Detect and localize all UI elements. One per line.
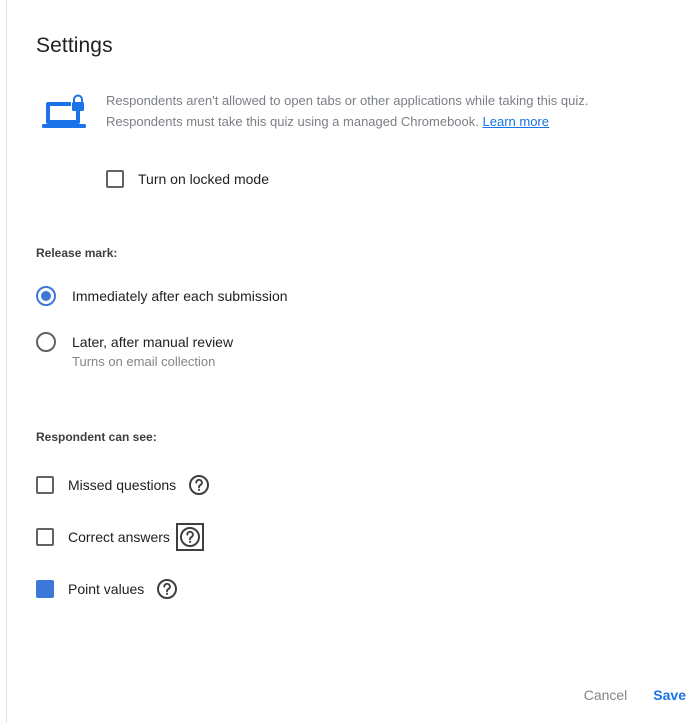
- release-later-text: Later, after manual review Turns on emai…: [72, 332, 233, 372]
- release-later-sublabel: Turns on email collection: [72, 354, 216, 369]
- release-immediately-text: Immediately after each submission: [72, 286, 288, 306]
- correct-answers-help-icon[interactable]: [175, 523, 204, 551]
- release-later-radio[interactable]: [36, 332, 56, 352]
- locked-mode-description: Respondents aren't allowed to open tabs …: [106, 90, 646, 132]
- help-icon: [189, 475, 210, 495]
- release-immediately-label: Immediately after each submission: [72, 288, 288, 304]
- chromebook-lock-icon: [42, 94, 86, 128]
- cancel-button[interactable]: Cancel: [578, 683, 634, 707]
- release-mark-heading: Release mark:: [36, 246, 118, 260]
- point-values-option[interactable]: Point values: [36, 578, 178, 600]
- correct-answers-checkbox[interactable]: [36, 528, 54, 546]
- dialog-title: Settings: [36, 34, 113, 57]
- release-immediately-option[interactable]: Immediately after each submission: [36, 286, 288, 306]
- release-later-label: Later, after manual review: [72, 334, 234, 350]
- point-values-checkbox[interactable]: [36, 580, 54, 598]
- locked-mode-label: Turn on locked mode: [138, 171, 269, 187]
- correct-answers-label: Correct answers: [68, 529, 170, 545]
- help-icon: [179, 527, 200, 547]
- locked-mode-checkbox[interactable]: [106, 170, 124, 188]
- settings-dialog: Settings Respondents aren't allowed to o…: [0, 0, 698, 723]
- dialog-footer: Cancel Save: [578, 683, 692, 707]
- point-values-help-icon[interactable]: [156, 578, 178, 600]
- locked-mode-toggle[interactable]: Turn on locked mode: [106, 170, 269, 188]
- learn-more-link[interactable]: Learn more: [483, 114, 549, 129]
- point-values-label: Point values: [68, 581, 145, 597]
- release-immediately-radio[interactable]: [36, 286, 56, 306]
- release-later-option[interactable]: Later, after manual review Turns on emai…: [36, 332, 233, 372]
- missed-questions-label: Missed questions: [68, 477, 177, 493]
- missed-questions-checkbox[interactable]: [36, 476, 54, 494]
- missed-questions-help-icon[interactable]: [188, 474, 210, 496]
- dialog-edge: [6, 0, 7, 723]
- respondent-can-see-heading: Respondent can see:: [36, 430, 157, 444]
- help-icon: [157, 579, 178, 599]
- correct-answers-option[interactable]: Correct answers: [36, 523, 204, 551]
- missed-questions-option[interactable]: Missed questions: [36, 474, 210, 496]
- save-button[interactable]: Save: [647, 683, 692, 707]
